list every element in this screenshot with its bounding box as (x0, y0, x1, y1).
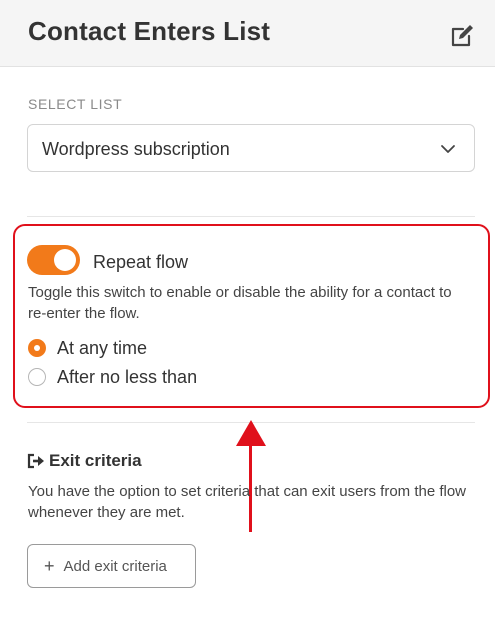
exit-icon (27, 453, 45, 469)
edit-icon[interactable] (450, 24, 476, 48)
add-exit-criteria-button[interactable]: + Add exit criteria (27, 544, 196, 588)
toggle-knob (54, 249, 76, 271)
exit-criteria-heading: Exit criteria (27, 451, 142, 471)
radio-after-no-less-than[interactable] (28, 368, 46, 386)
select-list-value: Wordpress subscription (42, 139, 230, 159)
radio-label-at-any-time[interactable]: At any time (57, 338, 147, 359)
exit-criteria-title: Exit criteria (49, 451, 142, 470)
repeat-flow-label: Repeat flow (93, 252, 189, 272)
plus-icon: + (44, 556, 55, 576)
panel-title: Contact Enters List (28, 16, 271, 46)
exit-criteria-description: You have the option to set criteria that… (28, 483, 467, 521)
radio-at-any-time[interactable] (28, 339, 46, 357)
select-list-label: SELECT LIST (28, 96, 123, 112)
add-exit-criteria-label: Add exit criteria (63, 557, 167, 575)
panel-header: Contact Enters List (0, 0, 495, 67)
repeat-flow-toggle[interactable] (27, 245, 80, 275)
select-list-dropdown[interactable]: Wordpress subscription (27, 124, 475, 172)
radio-label-after-no-less-than[interactable]: After no less than (57, 367, 197, 388)
repeat-flow-description: Toggle this switch to enable or disable … (28, 284, 452, 322)
divider (27, 216, 475, 217)
chevron-down-icon (440, 141, 456, 157)
